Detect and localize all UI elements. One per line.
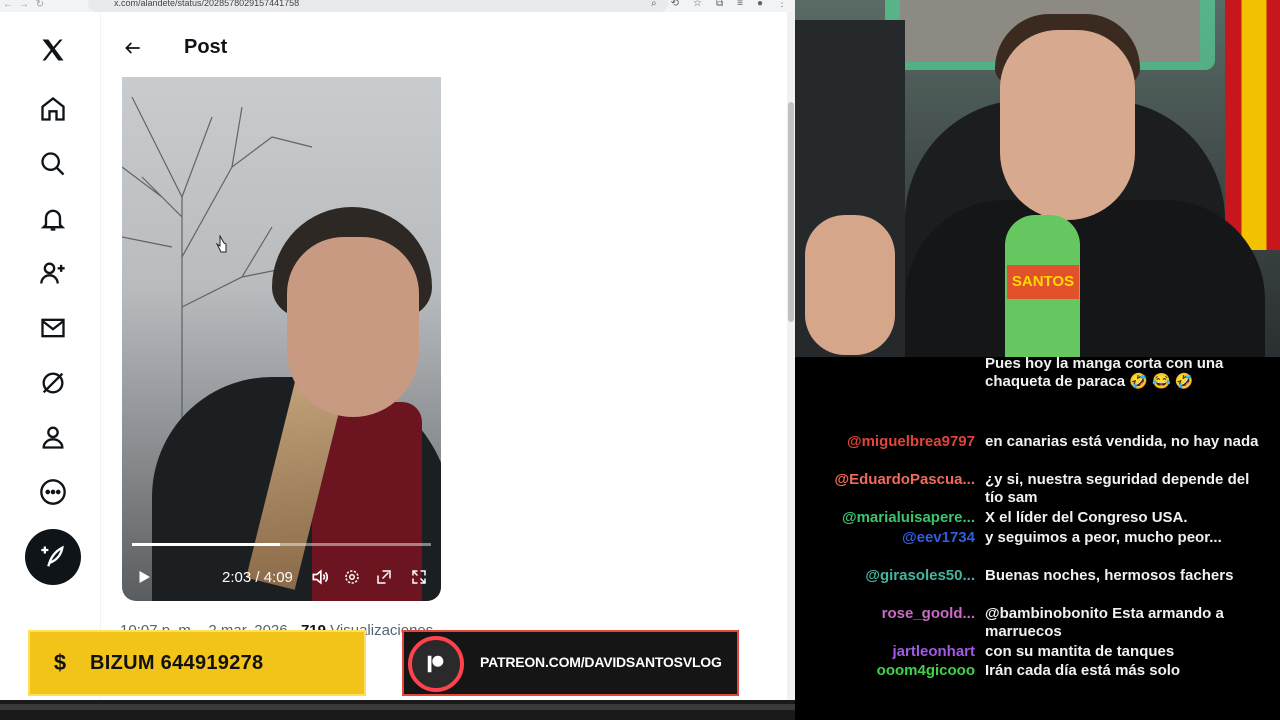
dollar-icon: $ bbox=[53, 650, 67, 675]
volume-icon bbox=[312, 569, 328, 585]
back-arrow-icon[interactable]: ← bbox=[0, 0, 16, 12]
chat-username[interactable]: @eev1734 bbox=[902, 529, 975, 547]
address-bar[interactable]: x.com/alandete/status/202857802915744175… bbox=[88, 0, 668, 12]
pip-button[interactable] bbox=[372, 561, 396, 593]
more-menu-icon[interactable]: ⋮ bbox=[777, 0, 787, 9]
video-controls: 2:03 / 4:09 bbox=[122, 561, 441, 593]
zoom-icon[interactable]: ⌕ bbox=[651, 0, 657, 9]
bizum-banner: $ BIZUM 644919278 bbox=[28, 630, 366, 696]
notifications-bell-icon[interactable] bbox=[36, 202, 70, 236]
volume-button[interactable] bbox=[308, 561, 332, 593]
live-chat: Pues hoy la manga corta con una chaqueta… bbox=[795, 357, 1280, 720]
compose-post-button[interactable] bbox=[25, 529, 81, 585]
screen: ← → ↻ x.com/alandete/status/202857802915… bbox=[0, 0, 1280, 720]
reading-list-icon[interactable]: ≡ bbox=[737, 0, 743, 9]
patreon-label: PATREON.COM/DAVIDSANTOSVLOG bbox=[480, 654, 722, 670]
profile-avatar-icon[interactable]: ● bbox=[757, 0, 763, 9]
more-options-icon[interactable] bbox=[36, 475, 70, 509]
search-icon[interactable] bbox=[36, 147, 70, 181]
video-time: 2:03 / 4:09 bbox=[222, 569, 293, 586]
patreon-banner: PATREON.COM/DAVIDSANTOSVLOG bbox=[402, 630, 739, 696]
video-player[interactable]: 2:03 / 4:09 bbox=[122, 77, 441, 601]
bizum-label: BIZUM 644919278 bbox=[90, 651, 264, 674]
browser-actions: ⌕ ⟲ ☆ ⧉ ≡ ● ⋮ bbox=[651, 0, 787, 9]
chat-username[interactable]: jartleonhart bbox=[892, 643, 975, 661]
chat-text: y seguimos a peor, mucho peor... bbox=[985, 529, 1222, 546]
speaker-face bbox=[287, 237, 419, 417]
back-button[interactable] bbox=[120, 35, 146, 61]
play-button[interactable] bbox=[130, 561, 158, 593]
mic-label: SANTOS bbox=[1007, 265, 1079, 299]
x-logo-icon[interactable] bbox=[36, 33, 70, 67]
chat-text: @bambinobonito Esta armando a marruecos bbox=[985, 605, 1224, 640]
streamer-hand bbox=[805, 215, 895, 355]
video-progress-bar[interactable] bbox=[132, 543, 431, 546]
bookmark-star-icon[interactable]: ☆ bbox=[693, 0, 702, 9]
messages-envelope-icon[interactable] bbox=[36, 311, 70, 345]
profile-icon[interactable] bbox=[36, 420, 70, 454]
grok-icon[interactable] bbox=[36, 366, 70, 400]
feather-plus-icon bbox=[41, 545, 64, 567]
home-icon[interactable] bbox=[36, 92, 70, 126]
translate-icon[interactable]: ⟲ bbox=[671, 0, 679, 9]
webcam-feed: SANTOS bbox=[795, 0, 1280, 357]
streamer-body bbox=[905, 200, 1265, 357]
chat-text: X el líder del Congreso USA. bbox=[985, 509, 1188, 526]
page-title: Post bbox=[184, 36, 228, 58]
chat-username[interactable]: @girasoles50... bbox=[865, 567, 975, 585]
chat-text: en canarias está vendida, no hay nada bbox=[985, 433, 1259, 450]
taskbar-strip bbox=[0, 700, 795, 720]
url-text: x.com/alandete/status/202857802915744175… bbox=[114, 0, 300, 8]
chat-text: Buenas noches, hermosos fachers bbox=[985, 567, 1234, 584]
video-progress-fill bbox=[132, 543, 280, 546]
streamer-face bbox=[1000, 30, 1135, 220]
chat-username[interactable]: @marialuisapere... bbox=[842, 509, 975, 527]
chat-username[interactable]: ooom4gicooo bbox=[877, 662, 975, 680]
play-icon bbox=[139, 571, 150, 583]
chat-text: Pues hoy la manga corta con una chaqueta… bbox=[985, 357, 1224, 390]
picture-in-picture-icon bbox=[377, 570, 391, 584]
settings-button[interactable] bbox=[340, 561, 364, 593]
gear-icon bbox=[345, 570, 359, 584]
mouse-cursor-icon bbox=[216, 235, 227, 253]
column-divider bbox=[100, 12, 101, 700]
chat-text: Irán cada día está más solo bbox=[985, 662, 1181, 679]
patreon-logo-icon bbox=[408, 636, 464, 692]
chat-text: ¿y si, nuestra seguridad depende del tío… bbox=[985, 471, 1250, 506]
chat-username[interactable]: @EduardoPascua... bbox=[834, 471, 975, 489]
page-scrollbar[interactable] bbox=[787, 12, 795, 700]
chat-text: con su mantita de tanques bbox=[985, 643, 1175, 660]
browser-window: ← → ↻ x.com/alandete/status/202857802915… bbox=[0, 0, 795, 700]
reload-icon[interactable]: ↻ bbox=[32, 0, 48, 12]
chat-username[interactable]: @miguelbrea9797 bbox=[847, 433, 975, 451]
fullscreen-icon bbox=[412, 570, 426, 584]
scrollbar-thumb[interactable] bbox=[788, 102, 794, 322]
chat-username[interactable]: rose_goold... bbox=[882, 605, 975, 623]
forward-arrow-icon[interactable]: → bbox=[16, 0, 32, 12]
follow-user-icon[interactable] bbox=[36, 256, 70, 290]
browser-toolbar: ← → ↻ x.com/alandete/status/202857802915… bbox=[0, 0, 795, 12]
extensions-icon[interactable]: ⧉ bbox=[716, 0, 723, 9]
flag bbox=[1225, 0, 1280, 250]
fullscreen-button[interactable] bbox=[407, 561, 431, 593]
arrow-left-icon bbox=[125, 42, 140, 54]
